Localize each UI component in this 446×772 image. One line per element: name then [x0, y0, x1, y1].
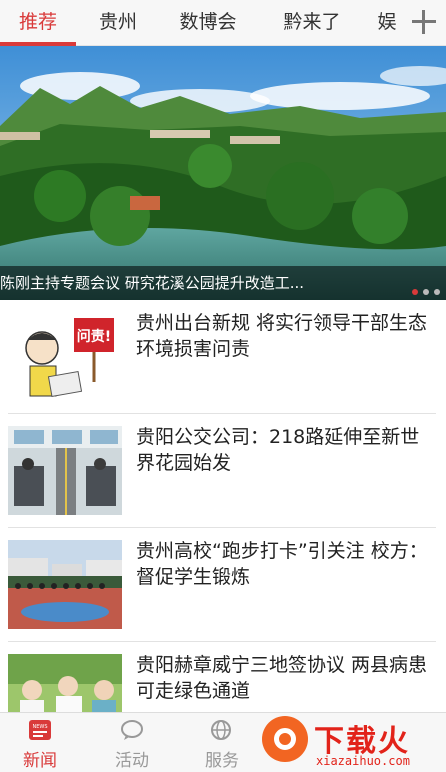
nav-activity[interactable]: 活动 [92, 713, 172, 772]
news-title[interactable]: 贵阳赫章威宁三地签协议 两县病患可走绿色通道 [136, 652, 432, 704]
carousel-dot[interactable] [412, 289, 418, 295]
logo-url: xiazaihuo.com [316, 754, 410, 768]
news-title[interactable]: 贵阳公交公司：218路延伸至新世界花园始发 [136, 424, 432, 476]
chat-icon [120, 719, 144, 741]
news-title[interactable]: 贵州高校“跑步打卡”引关注 校方：督促学生锻炼 [136, 538, 432, 590]
hero-banner[interactable]: 陈刚主持专题会议 研究花溪公园提升改造工... [0, 46, 446, 300]
nav-label: 服务 [205, 751, 239, 771]
hero-landscape-image [0, 46, 446, 300]
tab-qian-lai-le[interactable]: 黔来了 [270, 0, 354, 44]
news-title[interactable]: 贵州出台新规 将实行领导干部生态环境损害问责 [136, 310, 432, 362]
news-thumbnail [8, 426, 122, 515]
top-tab-bar: 推荐 贵州 数博会 黔来了 娱 [0, 0, 446, 46]
nav-news[interactable]: NEWS 新闻 [0, 713, 80, 772]
hero-caption[interactable]: 陈刚主持专题会议 研究花溪公园提升改造工... [0, 266, 400, 300]
tab-guizhou[interactable]: 贵州 [80, 0, 156, 44]
sign-text: 问责! [77, 328, 111, 345]
news-icon: NEWS [28, 719, 52, 741]
nav-label: 活动 [115, 751, 149, 771]
carousel-dot[interactable] [423, 289, 429, 295]
news-item[interactable]: 贵州高校“跑步打卡”引关注 校方：督促学生锻炼 [8, 528, 436, 642]
news-thumbnail: 问责! [8, 312, 122, 401]
tab-entertainment[interactable]: 娱 [372, 0, 402, 44]
news-icon-badge: NEWS [32, 724, 47, 730]
tab-big-data-expo[interactable]: 数博会 [166, 0, 250, 44]
news-thumbnail [8, 540, 122, 629]
carousel-dots [407, 280, 440, 299]
nav-services[interactable]: 服务 [182, 713, 262, 772]
news-item[interactable]: 问责! 贵州出台新规 将实行领导干部生态环境损害问责 [8, 300, 436, 414]
nav-label: 新闻 [23, 751, 57, 771]
plus-icon[interactable] [408, 6, 440, 38]
news-item[interactable]: 贵阳公交公司：218路延伸至新世界花园始发 [8, 414, 436, 528]
logo-mark [262, 716, 308, 762]
carousel-dot[interactable] [434, 289, 440, 295]
hero-caption-bar: 陈刚主持专题会议 研究花溪公园提升改造工... [0, 266, 446, 300]
globe-icon [210, 719, 234, 741]
tab-recommend[interactable]: 推荐 [0, 0, 76, 44]
watermark-logo: 下载火 xiazaihuo.com [262, 714, 446, 772]
